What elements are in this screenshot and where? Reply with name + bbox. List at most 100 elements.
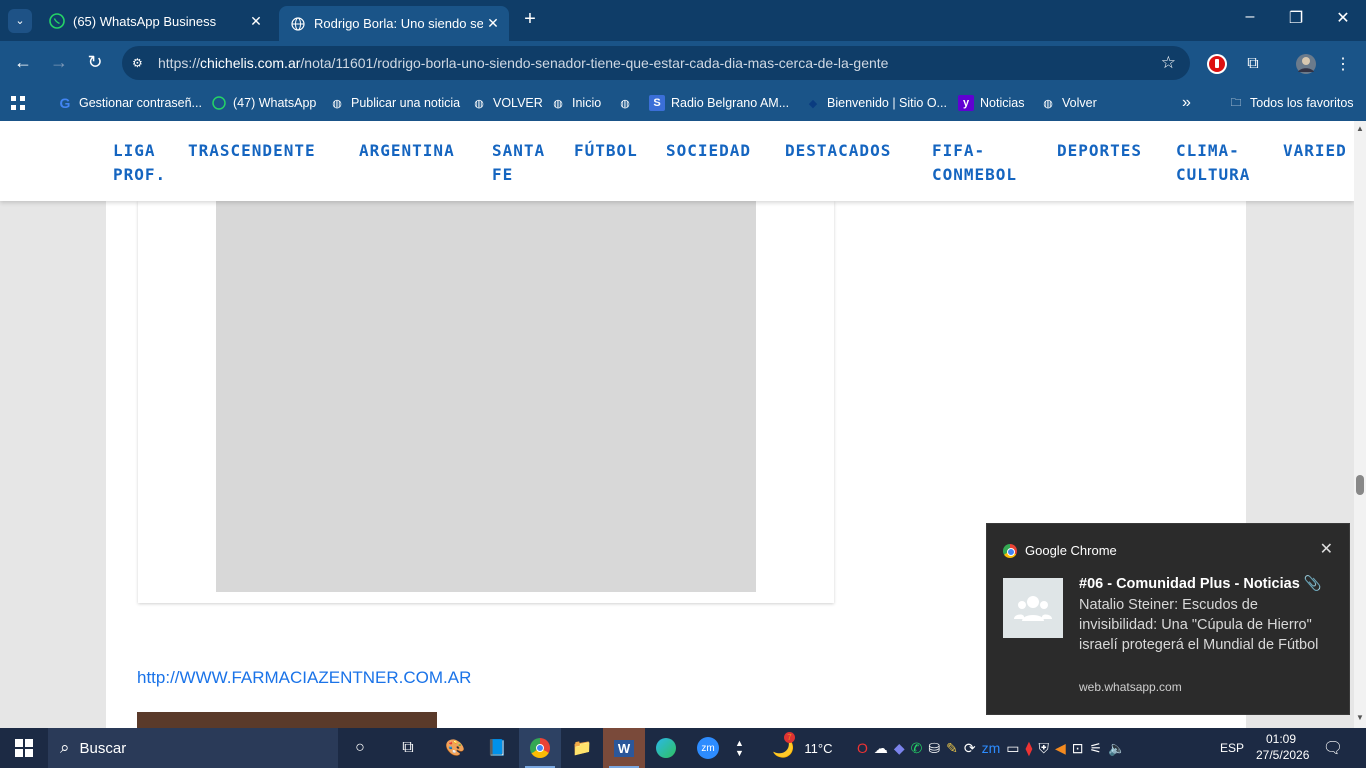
bookmark-item[interactable]: ◍ Inicio xyxy=(550,92,601,114)
bookmark-item[interactable]: (47) WhatsApp xyxy=(211,92,316,114)
tab-search-button[interactable]: ⌄ xyxy=(8,9,32,33)
notification-center-icon[interactable]: 🗨 xyxy=(1312,728,1354,768)
bookmarks-bar: G Gestionar contraseñ... (47) WhatsApp ◍ P… xyxy=(0,85,1366,121)
profile-avatar[interactable] xyxy=(1294,52,1318,76)
close-tab-icon[interactable]: ✕ xyxy=(483,15,503,32)
scroll-down-arrow-icon[interactable]: ▼ xyxy=(1356,713,1364,722)
adblock-extension-icon[interactable] xyxy=(1205,52,1229,76)
globe-icon xyxy=(290,16,306,32)
pen-icon[interactable]: ✎ xyxy=(946,740,958,757)
bookmark-label: Bienvenido | Sitio O... xyxy=(827,96,947,110)
word-icon[interactable]: W xyxy=(603,728,645,768)
paint-icon[interactable]: 🎨 xyxy=(434,728,476,768)
edge-icon[interactable] xyxy=(645,728,687,768)
back-arrow-icon[interactable]: ← xyxy=(11,52,35,73)
all-favorites-folder[interactable]: 🗀 Todos los favoritos xyxy=(1228,92,1354,114)
teams-icon[interactable]: ◆ xyxy=(894,740,905,757)
bookmark-item[interactable]: ◍ VOLVER xyxy=(471,92,543,114)
zoom-icon[interactable]: zm xyxy=(687,728,729,768)
nav-item-fifa-conmebol[interactable]: FIFA- CONMEBOL xyxy=(932,139,1017,187)
nav-item-label: SANTA xyxy=(492,141,546,160)
language-indicator[interactable]: ESP xyxy=(1220,728,1244,768)
nav-item-label: CULTURA xyxy=(1176,165,1251,184)
all-favorites-label: Todos los favoritos xyxy=(1250,96,1354,110)
nav-item-argentina[interactable]: ARGENTINA xyxy=(359,139,455,163)
cortana-circle-icon[interactable]: ○ xyxy=(339,728,381,768)
chrome-taskbar-icon[interactable] xyxy=(519,728,561,768)
windows-start-icon[interactable] xyxy=(3,728,45,768)
more-bookmarks-button[interactable]: » xyxy=(1182,92,1191,114)
maximize-button[interactable]: ❐ xyxy=(1281,8,1311,28)
file-explorer-icon[interactable]: 📁 xyxy=(561,728,603,768)
nav-item-santa-fe[interactable]: SANTA FE xyxy=(492,139,545,187)
extensions-puzzle-icon[interactable]: ⧉ xyxy=(1241,52,1265,76)
security-icon[interactable]: ⛨ xyxy=(1038,740,1049,757)
tab-whatsapp-business[interactable]: (65) WhatsApp Business ✕ xyxy=(38,6,272,36)
bookmark-item[interactable]: ◍ Volver xyxy=(1040,92,1097,114)
scroll-up-arrow-icon[interactable]: ▲ xyxy=(1356,124,1364,133)
s-icon: S xyxy=(649,95,665,111)
forward-arrow-icon[interactable]: → xyxy=(47,52,71,73)
volume-icon[interactable]: 🔈 xyxy=(1108,740,1125,757)
tab-rodrigo-borla[interactable]: Rodrigo Borla: Uno siendo sena ✕ xyxy=(279,6,509,41)
chrome-notification-toast[interactable]: Google Chrome ✕ #06 - Comunidad Plus - N… xyxy=(986,523,1350,715)
clock-time: 01:09 xyxy=(1265,732,1297,746)
wifi-off-icon[interactable]: ⚟ xyxy=(1089,740,1102,757)
speaker-muted-icon[interactable]: ◀ xyxy=(1055,740,1066,757)
nav-item-trascendente[interactable]: TRASCENDENTE xyxy=(188,139,316,163)
close-tab-icon[interactable]: ✕ xyxy=(246,13,266,30)
zoom-tray-icon[interactable]: zm xyxy=(982,740,1001,756)
site-settings-icon[interactable]: ⚙ xyxy=(132,56,148,70)
taskbar-scroll-arrows[interactable]: ▲ ▼ xyxy=(735,728,744,768)
url-text[interactable]: https://chichelis.com.ar/nota/11601/rodr… xyxy=(158,55,1190,71)
nav-item-fútbol[interactable]: FÚTBOL xyxy=(574,139,638,163)
whatsapp-tray-icon[interactable]: ✆ xyxy=(911,740,923,757)
nav-item-varied[interactable]: VARIED xyxy=(1283,139,1347,163)
nav-item-deportes[interactable]: DEPORTES xyxy=(1057,139,1142,163)
notification-close-button[interactable]: ✕ xyxy=(1320,539,1333,559)
acrobat-icon[interactable]: ⧫ xyxy=(1026,740,1033,757)
onedrive-icon[interactable]: ☁ xyxy=(874,740,888,757)
camera-icon[interactable]: ⊡ xyxy=(1072,740,1084,757)
bookmark-item[interactable]: G Gestionar contraseñ... xyxy=(57,92,202,114)
cloud-sync-icon[interactable]: ⟳ xyxy=(964,740,976,757)
nav-item-liga-prof-[interactable]: LIGA PROF. xyxy=(113,139,166,187)
farmacia-link[interactable]: http://WWW.FARMACIAZENTNER.COM.AR xyxy=(137,668,471,688)
apps-grid-icon[interactable] xyxy=(10,92,26,114)
network-drive-icon[interactable]: ⛁ xyxy=(928,740,940,757)
yahoo-icon: y xyxy=(958,95,974,111)
nav-item-label: TRASCENDENTE xyxy=(188,141,316,160)
notepad-icon[interactable]: 📘 xyxy=(476,728,518,768)
reload-icon[interactable]: ↻ xyxy=(83,52,107,73)
taskbar-search-box[interactable]: ⌕ Buscar xyxy=(48,728,338,768)
nav-item-destacados[interactable]: DESTACADOS xyxy=(785,139,891,163)
opera-icon[interactable]: O xyxy=(857,740,868,756)
taskbar-clock[interactable]: 01:09 27/5/2026 xyxy=(1256,731,1310,763)
address-bar[interactable]: ⚙ https://chichelis.com.ar/nota/11601/ro… xyxy=(122,46,1190,80)
close-window-button[interactable]: ✕ xyxy=(1328,8,1358,28)
notification-source: web.whatsapp.com xyxy=(1079,680,1182,694)
bookmark-item[interactable]: ◍ xyxy=(617,92,639,114)
weather-widget[interactable]: 🌙 7 11°C xyxy=(772,728,833,768)
nav-item-label: SOCIEDAD xyxy=(666,141,752,160)
display-icon[interactable]: ▭ xyxy=(1006,740,1019,757)
page-scrollbar[interactable]: ▲ ▼ xyxy=(1354,121,1366,728)
nav-item-clima-cultura[interactable]: CLIMA- CULTURA xyxy=(1176,139,1250,187)
clock-date: 27/5/2026 xyxy=(1256,748,1310,762)
bookmark-item[interactable]: S Radio Belgrano AM... xyxy=(649,92,789,114)
nav-item-label: FÚTBOL xyxy=(574,141,638,160)
scrollbar-thumb[interactable] xyxy=(1356,475,1364,495)
bookmark-star-icon[interactable]: ☆ xyxy=(1161,53,1176,73)
weather-icon: 🌙 7 xyxy=(772,731,795,758)
new-tab-button[interactable]: + xyxy=(518,8,542,31)
nav-item-sociedad[interactable]: SOCIEDAD xyxy=(666,139,751,163)
bookmark-item[interactable]: ◆ Bienvenido | Sitio O... xyxy=(805,92,947,114)
task-view-icon[interactable]: ⧉ xyxy=(387,728,429,768)
bookmark-label: (47) WhatsApp xyxy=(233,96,317,110)
minimize-button[interactable]: – xyxy=(1235,8,1265,26)
browser-toolbar: ← → ↻ ⚙ https://chichelis.com.ar/nota/11… xyxy=(0,41,1366,85)
system-tray-icons[interactable]: O ☁ ◆ ✆ ⛁ ✎ ⟳ zm ▭ ⧫ ⛨ ◀ ⊡ ⚟ 🔈 xyxy=(857,728,1125,768)
bookmark-item[interactable]: ◍ Publicar una noticia xyxy=(329,92,460,114)
bookmark-item[interactable]: y Noticias xyxy=(958,92,1024,114)
menu-kebab-icon[interactable]: ⋮ xyxy=(1331,52,1355,76)
